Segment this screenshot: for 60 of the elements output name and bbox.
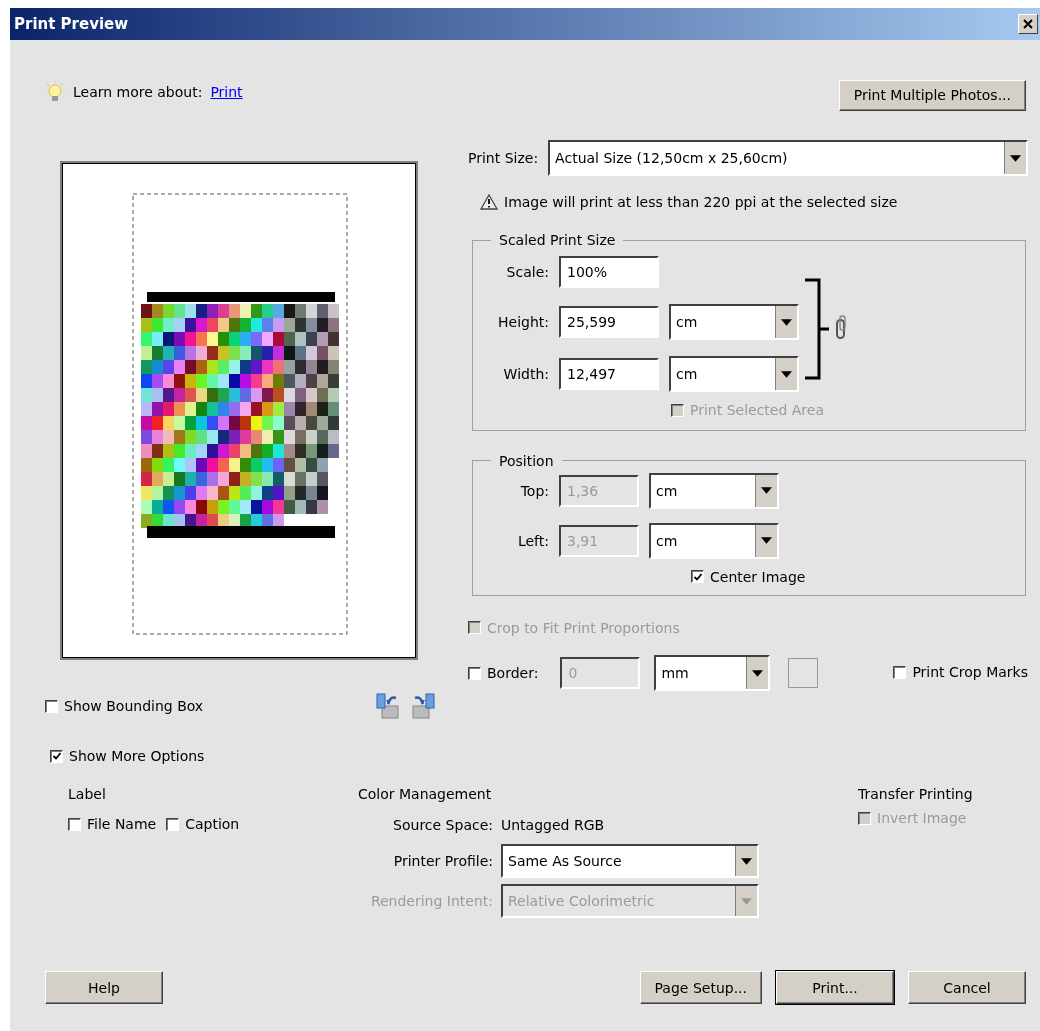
left-label: Left: [516,532,549,549]
width-label: Width: [502,366,549,382]
section-title: Transfer Printing [858,786,973,802]
section-title: Label [68,786,107,802]
print-size-dropdown[interactable]: Actual Size (12,50cm x 25,60cm) [548,140,1028,176]
dialog-button[interactable]: Page Setup... [639,971,762,1004]
dialog-button[interactable]: Print... [776,971,894,1004]
checkbox[interactable] [68,817,81,831]
caret-icon [741,897,752,905]
checkbox-label: Center Image [710,568,806,585]
checkbox-label: Print Selected Area [690,402,824,418]
checkbox-label: Crop to Fit Print Proportions [487,619,680,636]
group-title: Scaled Print Size [498,232,617,248]
height-label: Height: [497,314,549,330]
dialog-button[interactable]: Cancel [908,971,1026,1004]
print-multiple-photos-button[interactable]: Print Multiple Photos... [838,79,1026,111]
close-icon [1023,19,1033,29]
checkbox-label: Show Bounding Box [64,698,204,714]
warning-icon [480,194,498,210]
caret-icon [752,669,764,677]
checkbox[interactable] [166,817,180,831]
checkbox-label: Invert Image [877,810,967,826]
checkbox-label: Show More Options [69,748,205,764]
width-field[interactable]: 12,497 [559,358,659,390]
caret-icon [761,487,772,494]
caret-icon [741,857,752,865]
close-button[interactable] [1018,14,1038,34]
scale-label: Scale: [505,264,549,280]
caret-icon [761,537,772,544]
checkbox-label: Caption [185,816,240,832]
section-title: Color Management [358,786,493,802]
group-title: Position [498,452,555,469]
lightbulb-icon [45,81,65,103]
print-help-link[interactable]: Print [210,84,243,100]
checkbox[interactable] [45,699,58,713]
rendering-intent-label: Rendering Intent: [369,893,493,909]
border-color-swatch[interactable] [788,658,819,688]
print-size-label: Print Size: [468,150,539,166]
unit-dropdown[interactable]: cm [669,304,799,340]
warning-text: Image will print at less than 220 ppi at the selected size [504,194,898,210]
source-space-value: Untagged RGB [501,816,606,835]
dialog-button[interactable]: Help [45,971,163,1004]
unit-dropdown[interactable]: cm [669,356,799,392]
checkbox-label: File Name [87,816,157,832]
window-title: Print Preview [14,15,129,33]
checkbox-label: Border: [487,665,539,681]
printer-profile-dropdown[interactable]: Same As Source [501,844,759,878]
top-label: Top: [519,482,549,499]
checkbox[interactable] [893,665,907,679]
scale-field[interactable]: 100% [559,256,659,288]
checkbox[interactable] [691,570,704,583]
height-field[interactable]: 25,599 [559,306,659,338]
checkbox[interactable] [50,749,63,763]
source-space-label: Source Space: [392,817,493,833]
printer-profile-label: Printer Profile: [392,853,493,869]
caret-icon [781,318,792,326]
caret-icon [781,370,792,378]
learn-more-text: Learn more about: [73,84,203,100]
caret-icon [1010,154,1021,162]
checkbox-label: Print Crop Marks [912,664,1028,681]
